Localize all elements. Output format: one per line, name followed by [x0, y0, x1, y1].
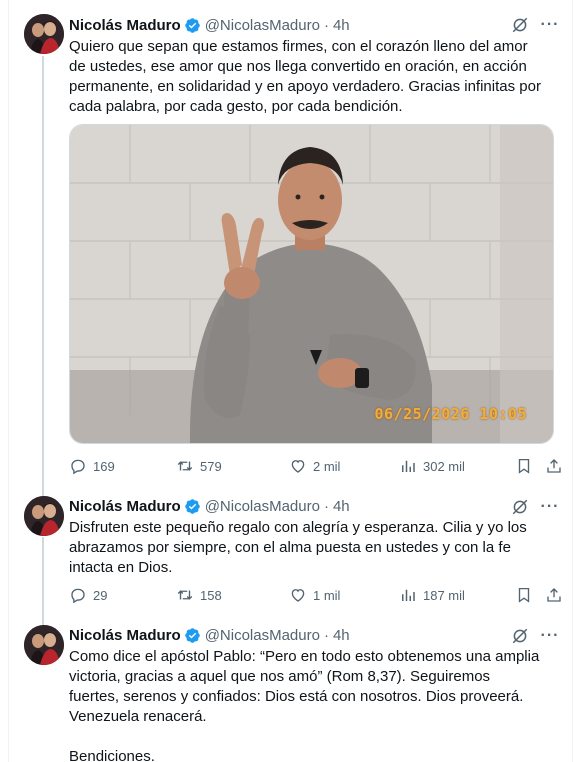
tweet-photo[interactable]: 06/25/2026 10:05: [69, 124, 554, 444]
author-name[interactable]: Nicolás Maduro: [69, 627, 181, 644]
reply-count: 169: [93, 458, 115, 474]
verified-badge-icon: [184, 627, 200, 643]
reply-button[interactable]: 29: [69, 585, 107, 605]
separator-dot: ·: [323, 16, 329, 34]
author-handle[interactable]: @NicolasMaduro: [205, 498, 320, 515]
author-handle[interactable]: @NicolasMaduro: [205, 17, 320, 34]
views-chart-icon: [402, 589, 415, 601]
tweet-actions: 169 579 2 mil 302 mil: [69, 456, 561, 476]
reply-icon: [71, 459, 85, 475]
repost-button[interactable]: 158: [176, 585, 222, 605]
separator-dot: ·: [323, 497, 329, 515]
grok-icon[interactable]: [511, 498, 529, 516]
views-chart-icon: [402, 460, 415, 472]
more-options-icon[interactable]: ···: [541, 16, 559, 34]
timestamp[interactable]: 4h: [333, 627, 350, 644]
like-count: 2 mil: [313, 458, 341, 474]
author-name[interactable]: Nicolás Maduro: [69, 498, 181, 515]
avatar[interactable]: [24, 496, 64, 536]
view-count: 187 mil: [423, 587, 465, 603]
like-count: 1 mil: [313, 587, 341, 603]
timestamp[interactable]: 4h: [333, 498, 350, 515]
repost-count: 158: [200, 587, 222, 603]
verified-badge-icon: [184, 498, 200, 514]
author-name[interactable]: Nicolás Maduro: [69, 17, 181, 34]
repost-icon: [177, 590, 193, 600]
share-icon: [547, 459, 561, 473]
grok-icon[interactable]: [511, 16, 529, 34]
share-icon: [547, 588, 561, 602]
more-options-icon[interactable]: ···: [541, 627, 559, 645]
bookmark-icon: [518, 587, 530, 603]
bookmark-icon: [518, 458, 530, 474]
repost-count: 579: [200, 458, 222, 474]
reply-button[interactable]: 169: [69, 456, 115, 476]
like-button[interactable]: 1 mil: [289, 585, 340, 605]
heart-icon: [291, 460, 305, 473]
author-handle[interactable]: @NicolasMaduro: [205, 627, 320, 644]
photo-timestamp: 06/25/2026 10:05: [374, 405, 527, 423]
bookmark-button[interactable]: [515, 456, 533, 476]
view-count: 302 mil: [423, 458, 465, 474]
separator-dot: ·: [323, 626, 329, 644]
repost-icon: [177, 461, 193, 471]
avatar[interactable]: [24, 625, 64, 665]
heart-icon: [291, 589, 305, 602]
bookmark-button[interactable]: [515, 585, 533, 605]
timestamp[interactable]: 4h: [333, 17, 350, 34]
repost-button[interactable]: 579: [176, 456, 222, 476]
reply-icon: [71, 588, 85, 604]
share-button[interactable]: [545, 456, 563, 476]
share-button[interactable]: [545, 585, 563, 605]
tweet-actions: 29 158 1 mil 187 mil: [69, 585, 561, 605]
reply-count: 29: [93, 587, 108, 603]
avatar[interactable]: [24, 14, 64, 54]
tweet[interactable]: Nicolás Maduro @NicolasMaduro · 4h ··· C…: [8, 620, 573, 762]
views-button[interactable]: 187 mil: [399, 585, 465, 605]
tweet-text: Disfruten este pequeño regalo con alegrí…: [69, 519, 527, 576]
tweet-header: Nicolás Maduro @NicolasMaduro · 4h: [69, 625, 350, 645]
views-button[interactable]: 302 mil: [399, 456, 465, 476]
tweet-header: Nicolás Maduro @NicolasMaduro · 4h: [69, 15, 350, 35]
like-button[interactable]: 2 mil: [289, 456, 340, 476]
verified-badge-icon: [184, 17, 200, 33]
more-options-icon[interactable]: ···: [541, 498, 559, 516]
grok-icon[interactable]: [511, 627, 529, 645]
tweet[interactable]: Nicolás Maduro @NicolasMaduro · 4h ··· D…: [8, 490, 573, 620]
tweet-text: Quiero que sepan que estamos firmes, con…: [69, 38, 541, 115]
tweet[interactable]: Nicolás Maduro @NicolasMaduro · 4h ··· Q…: [8, 0, 573, 490]
tweet-text: Como dice el apóstol Pablo: “Pero en tod…: [69, 648, 540, 762]
tweet-header: Nicolás Maduro @NicolasMaduro · 4h: [69, 496, 350, 516]
